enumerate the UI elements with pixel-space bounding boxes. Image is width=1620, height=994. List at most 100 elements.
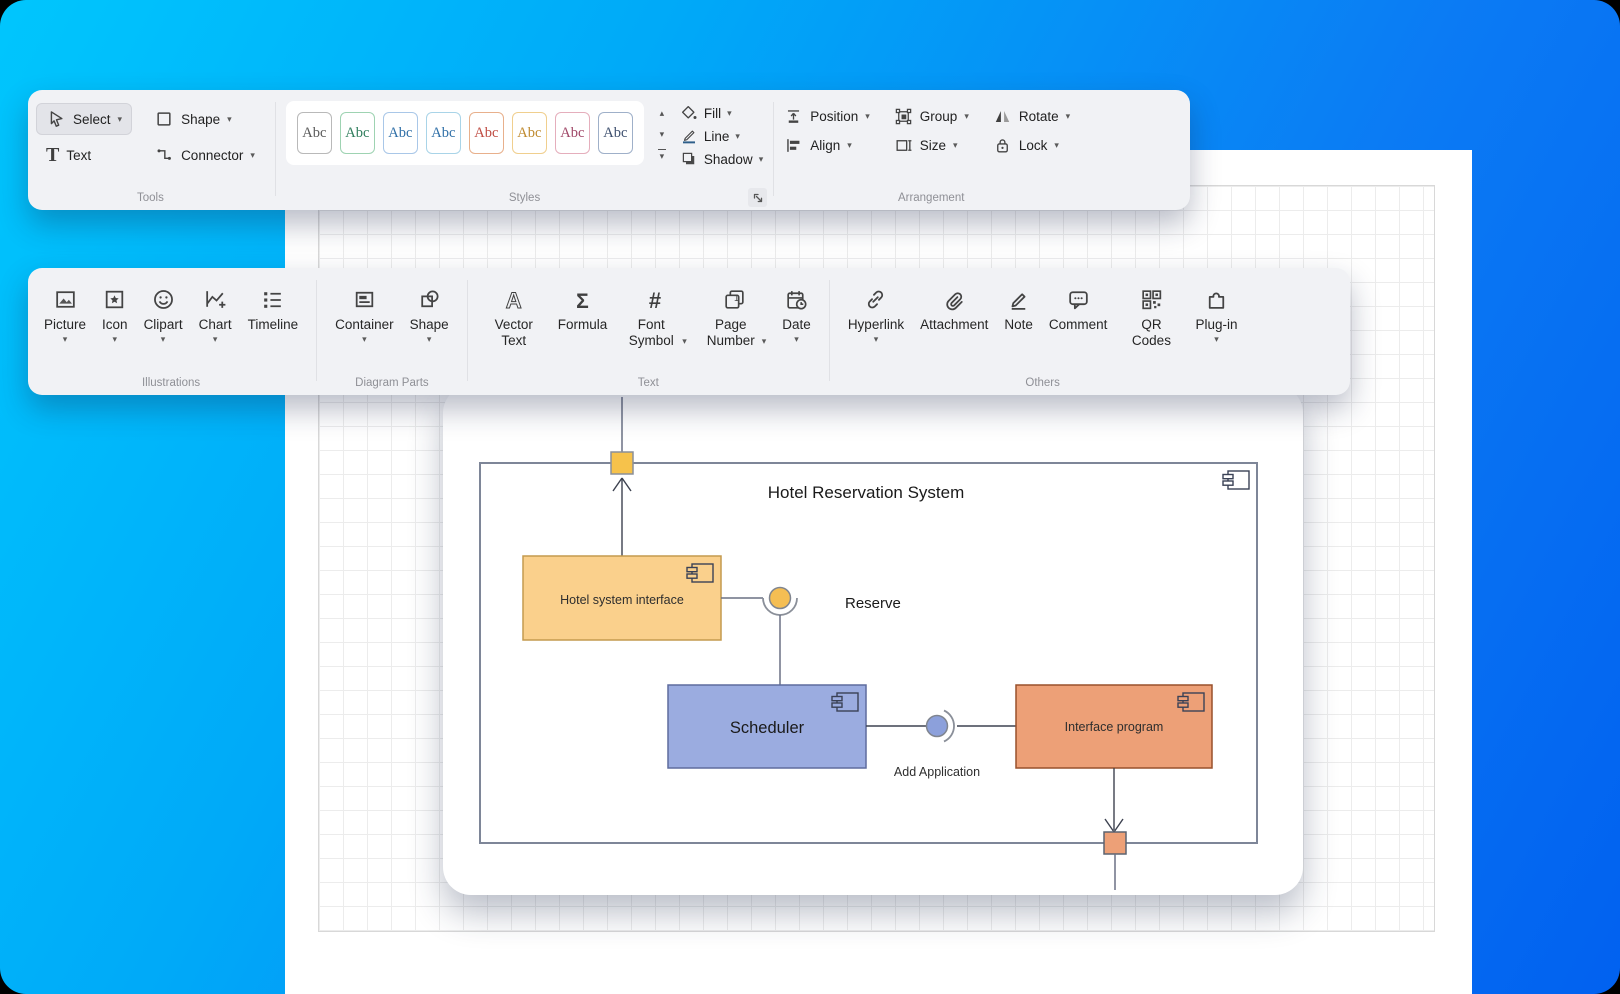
caret-down-icon: ▾	[1214, 334, 1219, 345]
timeline-button[interactable]: Timeline	[240, 280, 307, 333]
caret-down-icon: ▾	[794, 334, 799, 345]
container-title[interactable]: Hotel Reservation System	[768, 483, 965, 502]
interface-ball-add-application[interactable]	[925, 714, 949, 738]
container-hotel-reservation-system[interactable]	[479, 462, 1258, 844]
attachment-paperclip-icon	[946, 292, 963, 311]
lock-button[interactable]: Lock ▾	[993, 136, 1070, 155]
shadow-button[interactable]: Shadow ▾	[680, 150, 763, 168]
container-button[interactable]: Container ▾	[327, 280, 402, 344]
formula-button[interactable]: Σ Formula	[550, 280, 616, 333]
style-gallery: Abc Abc Abc Abc Abc Abc Abc Abc	[285, 101, 644, 165]
component-label[interactable]: Scheduler	[730, 719, 805, 737]
fill-label: Fill	[703, 105, 722, 121]
group-text: A Vector Text Σ Formula # Font Symbol ▾	[470, 268, 827, 395]
style-swatch[interactable]: Abc	[382, 112, 418, 154]
plugin-button[interactable]: Plug-in ▾	[1187, 280, 1245, 344]
smiley-icon	[153, 290, 173, 309]
qr-codes-button[interactable]: QR Codes	[1115, 280, 1187, 349]
style-swatch[interactable]: Abc	[554, 112, 590, 154]
caret-down-icon: ▾	[682, 336, 687, 347]
caret-down-icon: ▾	[758, 153, 764, 164]
style-swatch[interactable]: Abc	[468, 112, 504, 154]
attachment-button[interactable]: Attachment	[912, 280, 996, 333]
date-button[interactable]: Date ▾	[774, 280, 819, 344]
shape-label: Shape	[181, 111, 221, 127]
line-pen-icon	[682, 130, 695, 144]
group-label-diagram-parts: Diagram Parts	[355, 377, 429, 389]
ribbon-separator	[773, 102, 775, 196]
size-button[interactable]: Size ▾	[894, 136, 969, 155]
rotate-label: Rotate	[1018, 109, 1059, 124]
note-button[interactable]: Note	[996, 280, 1041, 333]
star-frame-icon	[106, 290, 124, 309]
rotate-button[interactable]: Rotate ▾	[993, 107, 1070, 126]
shape-combo-icon	[420, 290, 439, 308]
picture-icon	[55, 291, 75, 308]
style-gallery-more-button[interactable]: ▾	[657, 149, 666, 162]
style-swatch[interactable]: Abc	[425, 112, 461, 154]
size-icon	[896, 140, 912, 151]
connector-hotel-to-port[interactable]	[612, 477, 632, 556]
align-button[interactable]: Align ▾	[784, 136, 870, 155]
shape-tool-button[interactable]: Shape ▾	[144, 103, 265, 135]
vector-text-button[interactable]: A Vector Text	[478, 280, 550, 349]
fill-bucket-icon	[681, 105, 697, 119]
comment-button[interactable]: Comment	[1041, 280, 1116, 333]
position-button[interactable]: Position ▾	[784, 107, 870, 126]
group-label-arrangement: Arrangement	[897, 192, 965, 204]
line-label: Line	[703, 128, 730, 144]
style-scroll-up-button[interactable]: ▴	[660, 107, 665, 120]
style-swatch[interactable]: Abc	[597, 112, 633, 154]
style-scroll-down-button[interactable]: ▾	[660, 128, 665, 141]
connector-tool-button[interactable]: Connector ▾	[144, 139, 265, 171]
app-background: Hotel Reservation System Hotel system in…	[0, 0, 1620, 994]
attachment-label: Attachment	[920, 317, 989, 332]
swatch-text: Abc	[603, 124, 628, 141]
picture-button[interactable]: Picture ▾	[36, 280, 94, 344]
select-cursor-icon	[50, 111, 63, 127]
component-label[interactable]: Hotel system interface	[560, 593, 684, 607]
clipart-button[interactable]: Clipart ▾	[136, 280, 191, 344]
page-number-button[interactable]: 1 Page Number ▾	[695, 280, 775, 349]
style-swatch[interactable]: Abc	[339, 112, 375, 154]
shape-button[interactable]: Shape ▾	[402, 280, 457, 344]
connector-interface-program-to-port[interactable]	[1104, 768, 1124, 833]
container-label: Container	[335, 317, 394, 332]
font-symbol-button[interactable]: # Font Symbol ▾	[615, 280, 695, 349]
ribbon-separator	[828, 280, 830, 381]
hyperlink-button[interactable]: Hyperlink ▾	[840, 280, 912, 344]
text-tool-button[interactable]: T Text	[36, 139, 132, 171]
svg-text:1: 1	[734, 293, 739, 303]
group-label-illustrations: Illustrations	[141, 377, 201, 389]
group-button[interactable]: Group ▾	[894, 107, 969, 126]
component-label[interactable]: Interface program	[1065, 720, 1164, 734]
style-swatch[interactable]: Abc	[511, 112, 547, 154]
interface-label-reserve[interactable]: Reserve	[845, 595, 901, 612]
chart-label: Chart	[198, 317, 232, 332]
icon-button[interactable]: Icon ▾	[94, 280, 136, 344]
line-button[interactable]: Line ▾	[680, 127, 763, 145]
group-others: Hyperlink ▾ Attachment Note Comment QR C…	[832, 268, 1254, 395]
timeline-icon	[264, 292, 282, 308]
size-label: Size	[919, 138, 947, 153]
ribbon-separator	[274, 102, 276, 196]
port-bottom-orange[interactable]	[1103, 831, 1127, 855]
fill-button[interactable]: Fill ▾	[680, 104, 763, 122]
select-button[interactable]: Select ▾	[36, 103, 133, 135]
shadow-icon	[682, 152, 695, 165]
group-label: Group	[919, 109, 958, 124]
chart-button[interactable]: Chart ▾	[191, 280, 240, 344]
interface-ball-reserve[interactable]	[768, 586, 792, 610]
page-number-label: Page Number	[706, 317, 755, 349]
font-symbol-label: Font Symbol	[628, 317, 674, 349]
group-tools: Select ▾ Shape ▾ T Text Connector ▾ Tool…	[28, 90, 273, 210]
position-icon	[788, 110, 800, 123]
dialog-launcher-icon	[753, 193, 762, 202]
caret-down-icon: ▾	[426, 334, 432, 345]
interface-label-add-application[interactable]: Add Application	[894, 765, 980, 779]
style-swatch[interactable]: Abc	[296, 112, 332, 154]
styles-dialog-launcher-button[interactable]	[748, 188, 768, 207]
lock-icon	[996, 139, 1008, 153]
port-top-yellow[interactable]	[610, 451, 634, 475]
ribbon-separator	[466, 280, 468, 381]
